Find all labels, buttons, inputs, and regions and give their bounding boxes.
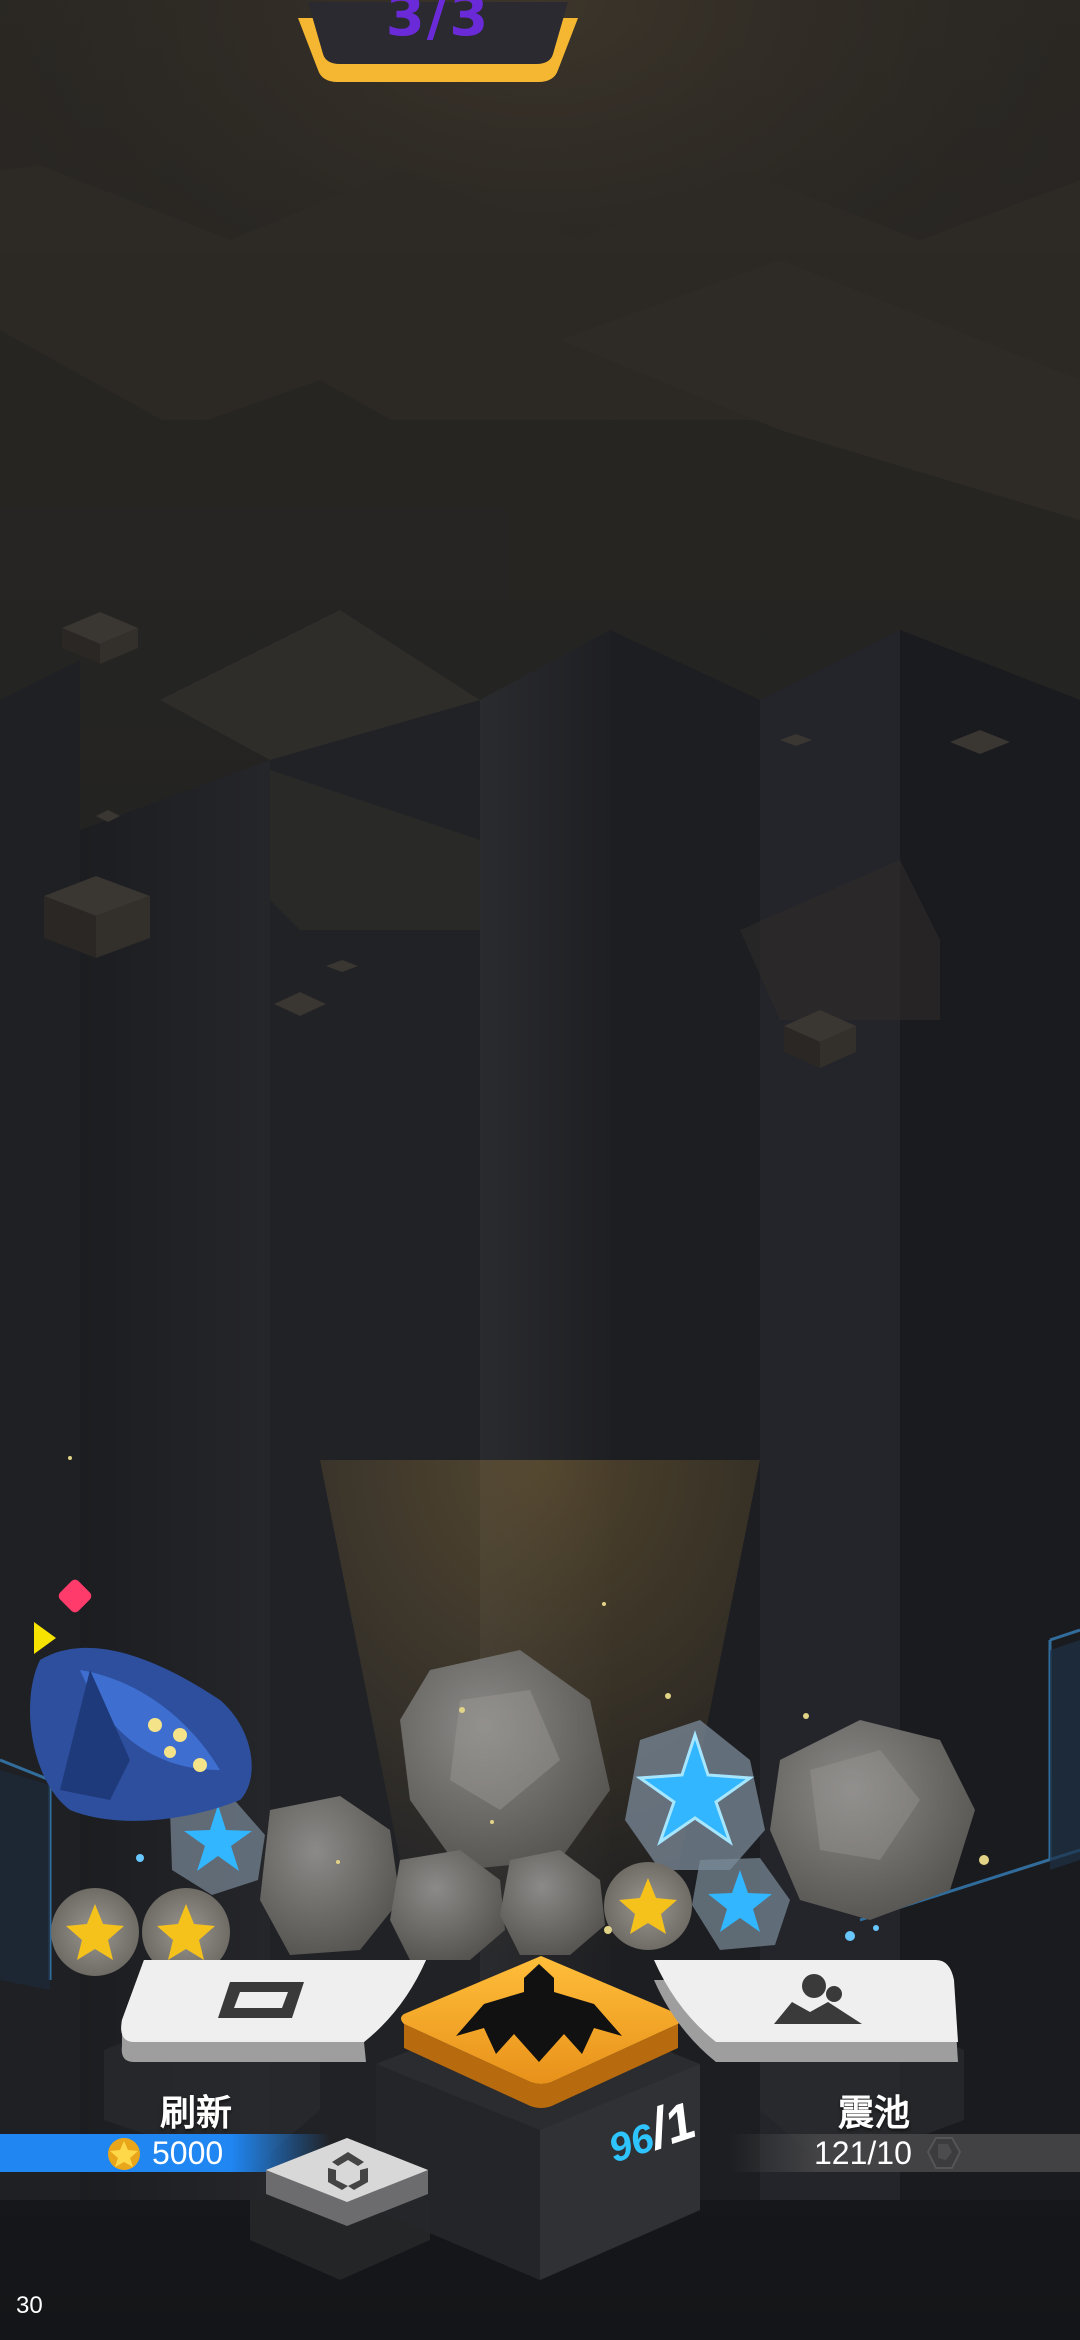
pool-value: 121/10 bbox=[814, 2135, 912, 2171]
fps-counter: 30 bbox=[16, 2292, 43, 2319]
refresh-frame-icon bbox=[218, 1982, 304, 2018]
refresh-button[interactable] bbox=[104, 1950, 444, 2080]
star-coin-icon bbox=[108, 2138, 140, 2170]
pool-button[interactable] bbox=[636, 1950, 976, 2080]
drill-claw-icon bbox=[456, 1964, 622, 2062]
pool-label: 震池 bbox=[838, 2093, 911, 2134]
recycle-icon bbox=[328, 2152, 368, 2190]
level-progress-text: 3/3 bbox=[385, 0, 491, 49]
refresh-cost-value: 5000 bbox=[152, 2135, 224, 2171]
refresh-label: 刷新 bbox=[160, 2093, 233, 2134]
ore-icon bbox=[926, 2137, 962, 2169]
swap-button[interactable] bbox=[262, 2134, 432, 2234]
rock-pile-icon bbox=[774, 1974, 862, 2024]
